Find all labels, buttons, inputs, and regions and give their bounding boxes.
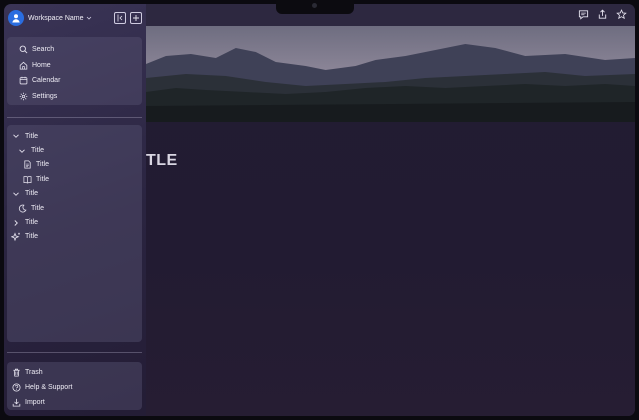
- workspace-switcher[interactable]: Workspace Name: [28, 15, 92, 22]
- plus-icon: [133, 15, 139, 21]
- tree-item[interactable]: Title: [7, 158, 142, 172]
- chevron-down-icon: [17, 146, 27, 156]
- sidebar-divider: [7, 352, 142, 353]
- tree-item-label: Title: [31, 147, 44, 155]
- chevron-right-icon: [11, 218, 21, 228]
- footer-item-label: Help & Support: [25, 384, 73, 391]
- nav-item-search[interactable]: Search: [7, 42, 142, 58]
- main-content: TLE: [146, 4, 635, 416]
- avatar[interactable]: [8, 10, 24, 26]
- collapse-icon: [117, 14, 123, 22]
- tree-item[interactable]: Title: [7, 215, 142, 229]
- star-icon[interactable]: [614, 7, 629, 22]
- tree-item[interactable]: Title: [7, 187, 142, 201]
- workspace-name: Workspace Name: [28, 14, 84, 22]
- tree-item[interactable]: Title: [7, 172, 142, 186]
- nav-item-label: Search: [32, 46, 55, 54]
- share-icon[interactable]: [595, 7, 610, 22]
- sidebar-divider: [7, 117, 142, 118]
- chevron-down-icon: [11, 131, 21, 141]
- nav-item-label: Calendar: [32, 77, 61, 85]
- tree-item[interactable]: Title: [7, 129, 142, 143]
- help-icon: [11, 383, 21, 393]
- nav-item-home[interactable]: Home: [7, 58, 142, 74]
- new-page-button[interactable]: [130, 12, 142, 24]
- tree-item-label: Title: [25, 233, 38, 241]
- comment-icon[interactable]: [576, 7, 591, 22]
- trash-icon: [11, 368, 21, 378]
- nav-item-label: Settings: [32, 92, 58, 100]
- nav-item-calendar[interactable]: Calendar: [7, 73, 142, 89]
- nav-card: Search Home Calendar Settings: [7, 37, 142, 105]
- moon-icon: [17, 203, 27, 213]
- tree-item[interactable]: Title: [7, 230, 142, 244]
- cover-image: [146, 26, 635, 122]
- tree-item[interactable]: Title: [7, 143, 142, 157]
- tree-item[interactable]: Title: [7, 201, 142, 215]
- footer-item-import[interactable]: Import: [7, 395, 142, 410]
- search-icon: [18, 45, 28, 55]
- workspace-header: Workspace Name: [8, 8, 142, 28]
- chevron-down-icon: [11, 189, 21, 199]
- collapse-sidebar-button[interactable]: [114, 12, 126, 24]
- chevron-down-icon: [86, 16, 91, 20]
- app-window: TLE Workspace Name Search Home Calendar …: [4, 4, 635, 416]
- footer-card: Trash Help & Support Import: [7, 362, 142, 410]
- tree-item-label: Title: [36, 175, 49, 183]
- calendar-icon: [18, 76, 28, 86]
- tree-item-label: Title: [25, 132, 38, 140]
- book-icon: [22, 174, 32, 184]
- document-icon: [22, 160, 32, 170]
- sidebar: Workspace Name Search Home Calendar Sett…: [4, 4, 146, 416]
- tree-item-label: Title: [36, 161, 49, 169]
- camera-notch: [276, 0, 354, 14]
- nav-item-settings[interactable]: Settings: [7, 89, 142, 105]
- footer-item-help[interactable]: Help & Support: [7, 380, 142, 395]
- gear-icon: [18, 91, 28, 101]
- footer-item-label: Trash: [25, 369, 43, 376]
- footer-item-trash[interactable]: Trash: [7, 365, 142, 380]
- download-icon: [11, 398, 21, 408]
- page-tree: Title Title Title Title Title Title Titl…: [7, 125, 142, 342]
- tree-item-label: Title: [25, 219, 38, 227]
- footer-item-label: Import: [25, 399, 45, 406]
- top-bar: [146, 4, 635, 26]
- home-icon: [18, 60, 28, 70]
- sparkle-icon: [11, 232, 21, 242]
- nav-item-label: Home: [32, 61, 51, 69]
- tree-item-label: Title: [31, 204, 44, 212]
- tree-item-label: Title: [25, 190, 38, 198]
- page-title: TLE: [146, 152, 178, 169]
